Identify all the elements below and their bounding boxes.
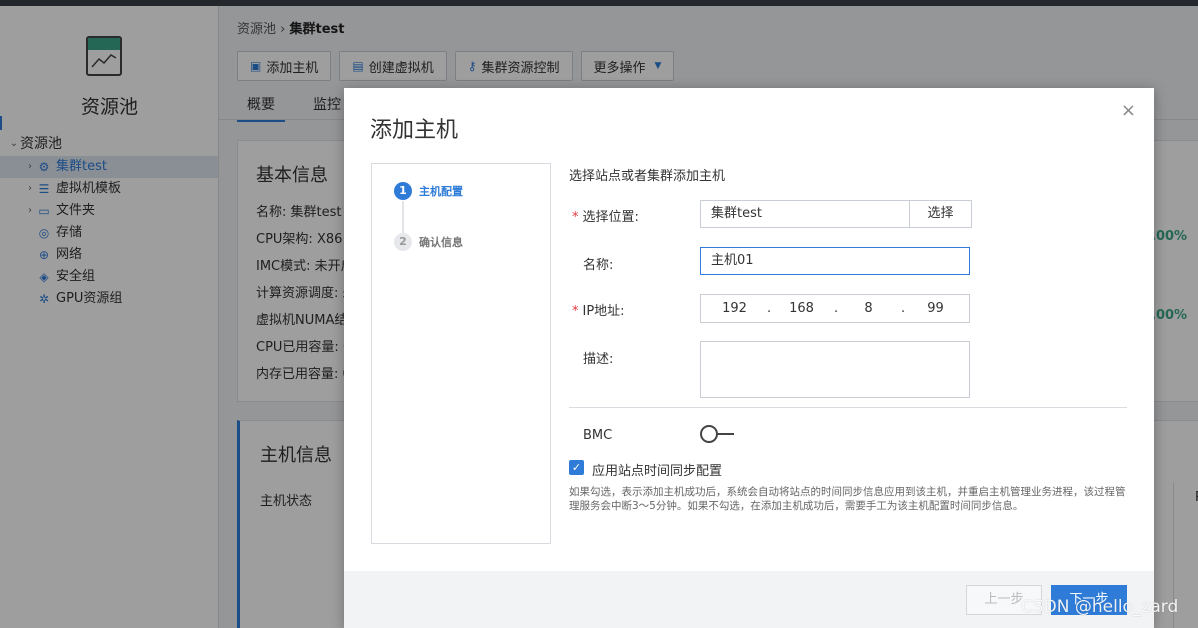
location-label-text: 选择位置: (582, 210, 639, 225)
dialog-title: 添加主机 (370, 118, 459, 143)
step-confirm-info[interactable]: 2 确认信息 (394, 233, 463, 251)
close-icon[interactable]: × (1121, 100, 1136, 121)
step-label: 主机配置 (419, 185, 463, 198)
add-host-dialog: 添加主机 × 1 主机配置 2 确认信息 选择站点或者集群添加主机 * 选择位置:… (344, 88, 1154, 628)
ip-segment-3[interactable]: 8 (835, 301, 902, 316)
step-host-config[interactable]: 1 主机配置 (394, 182, 463, 200)
name-label: 名称: (583, 258, 614, 273)
ip-segment-4[interactable]: 99 (902, 301, 969, 316)
time-sync-hint: 如果勾选，表示添加主机成功后，系统会自动将站点的时间同步信息应用到该主机，并重启… (569, 486, 1126, 512)
description-label: 描述: (583, 352, 614, 367)
step-connector (402, 201, 404, 235)
location-input[interactable]: 集群test (700, 200, 910, 228)
step-number: 2 (394, 233, 412, 251)
form-divider (569, 407, 1127, 408)
wizard-steps: 1 主机配置 2 确认信息 (371, 163, 551, 544)
time-sync-label[interactable]: 应用站点时间同步配置 (592, 460, 722, 479)
form-heading: 选择站点或者集群添加主机 (569, 169, 726, 184)
ip-segment-1[interactable]: 192 (701, 301, 768, 316)
ip-segment-2[interactable]: 168 (768, 301, 835, 316)
time-sync-checkbox[interactable]: ✓ (569, 460, 584, 475)
ip-label-text: IP地址: (582, 304, 625, 319)
ip-label: * IP地址: (572, 300, 625, 319)
step-number: 1 (394, 182, 412, 200)
description-textarea[interactable] (700, 341, 970, 398)
select-location-button[interactable]: 选择 (909, 200, 972, 228)
bmc-toggle[interactable] (700, 425, 734, 443)
location-label: * 选择位置: (572, 206, 639, 225)
ip-address-input[interactable]: 192 . 168 . 8 . 99 (700, 294, 970, 323)
required-mark: * (572, 304, 579, 319)
watermark: CSDN @hello_zard (1021, 597, 1179, 617)
step-label: 确认信息 (419, 236, 463, 249)
required-mark: * (572, 210, 579, 225)
name-input[interactable]: 主机01 (700, 247, 970, 275)
bmc-label: BMC (583, 428, 613, 443)
